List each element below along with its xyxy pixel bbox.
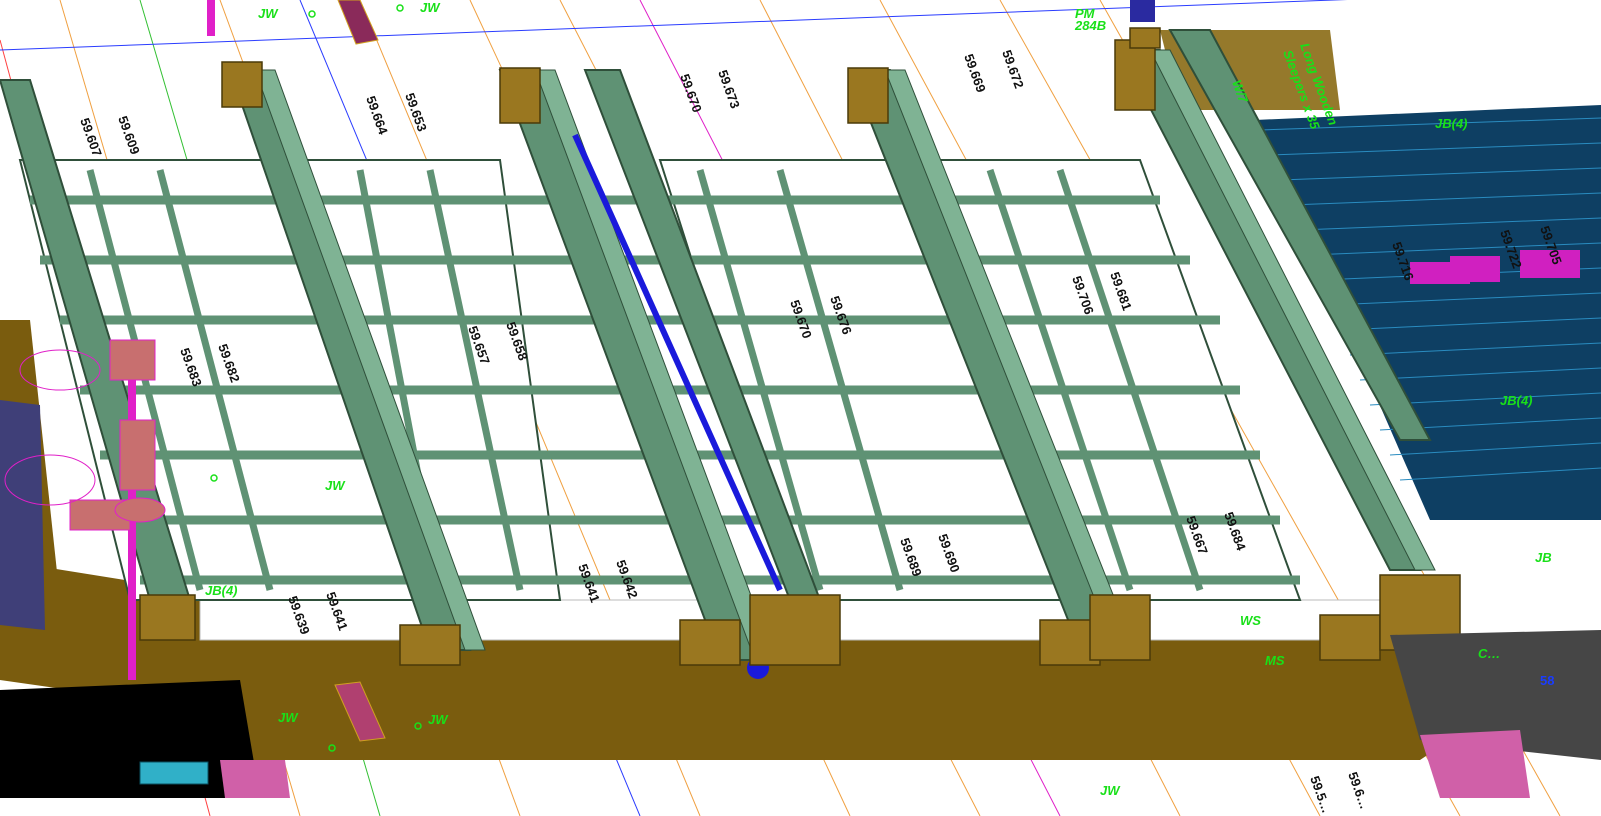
label-ws: WS	[1240, 613, 1261, 628]
top-pole	[207, 0, 215, 36]
label-jw-bottom-right: JW	[1100, 783, 1121, 798]
bridge-model-canvas[interactable]: JW JW JW JW JW JW JB(4) JB(4) JB(4) JB W…	[0, 0, 1601, 816]
label-jb-left: JB(4)	[205, 583, 238, 598]
label-jb-right-top: JB(4)	[1435, 116, 1468, 131]
label-jw-bottom-mid: JW	[428, 712, 449, 727]
cad-3d-viewport[interactable]: JW JW JW JW JW JW JB(4) JB(4) JB(4) JB W…	[0, 0, 1601, 816]
label-jb-right-bottom: JB	[1535, 550, 1552, 565]
level-25: 59.5…	[1307, 774, 1334, 815]
deck-magenta-pad-2	[1450, 256, 1500, 282]
blue-box-top	[1130, 0, 1155, 22]
deck-right-blue	[1255, 105, 1601, 520]
label-jw-bottom-left: JW	[278, 710, 299, 725]
label-pm-num: 284B	[1074, 18, 1106, 33]
label-jw-mid-left: JW	[325, 478, 346, 493]
level-8: 59.672	[999, 48, 1027, 90]
cyan-block	[139, 761, 209, 785]
pink-slab-right	[1420, 730, 1530, 798]
label-right-num: 58	[1540, 673, 1554, 688]
label-jw-top-left: JW	[258, 6, 279, 21]
level-6: 59.673	[715, 68, 743, 110]
level-3: 59.664	[363, 94, 391, 137]
level-2: 59.609	[115, 114, 143, 156]
label-jw-top-mid: JW	[420, 0, 441, 15]
pink-slab-bottom	[220, 760, 290, 798]
dark-slab-left	[0, 680, 260, 798]
level-7: 59.669	[961, 52, 989, 94]
level-26: 59.6…	[1345, 770, 1372, 811]
level-5: 59.670	[677, 72, 705, 114]
label-jb-right-mid: JB(4)	[1500, 393, 1533, 408]
label-cx: C…	[1478, 646, 1500, 661]
label-ms: MS	[1265, 653, 1285, 668]
